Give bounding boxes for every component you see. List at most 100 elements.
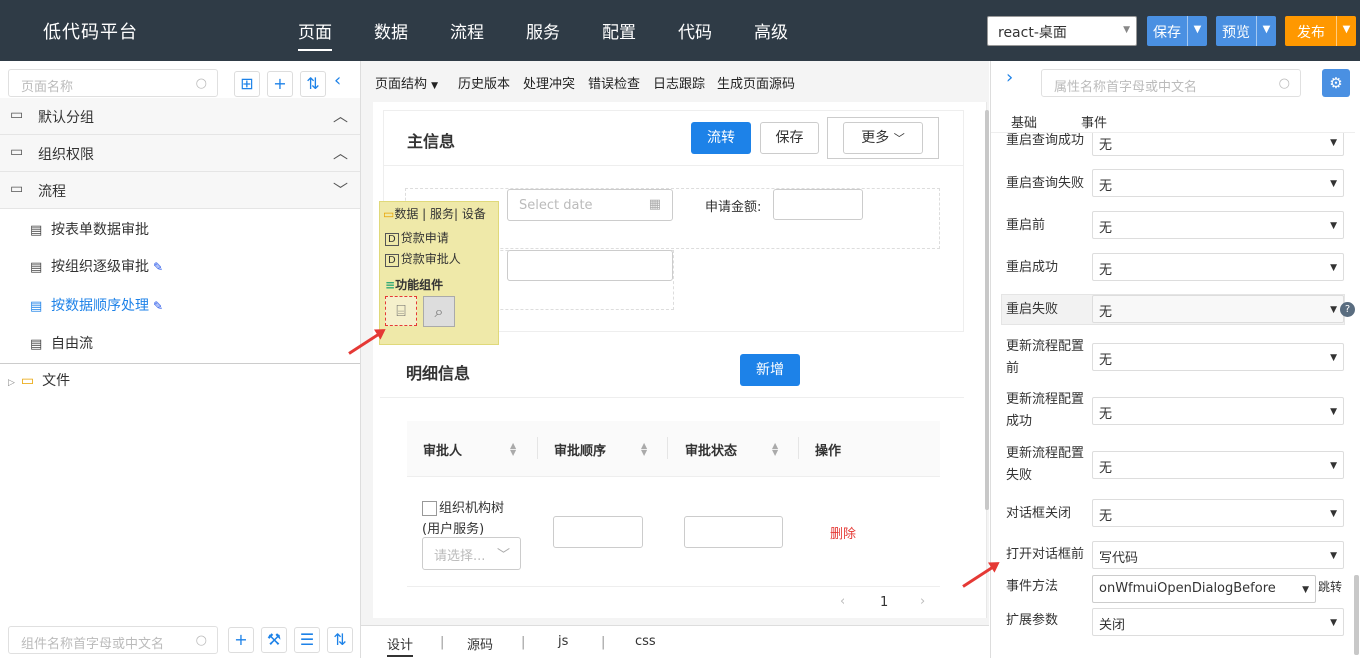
event-select[interactable]: 无 ▼	[1092, 133, 1344, 156]
event-select[interactable]: 无 ▼	[1092, 499, 1344, 527]
col-order[interactable]: 审批顺序	[554, 440, 606, 459]
nav-config[interactable]: 配置	[592, 18, 646, 43]
popup-tabs[interactable]: ▭数据 | 服务| 设备	[383, 205, 486, 222]
amount-input[interactable]	[773, 189, 863, 220]
folder-file[interactable]: ▷ ▭ 文件	[8, 370, 70, 390]
add-component-button[interactable]: +	[228, 627, 254, 653]
prev-page-icon[interactable]: ‹	[840, 594, 845, 609]
nav-service[interactable]: 服务	[516, 18, 570, 43]
sort-icon[interactable]: ▲ ▼	[772, 442, 778, 457]
add-row-button[interactable]: 新增	[740, 354, 800, 386]
event-method-select[interactable]: onWfmuiOpenDialogBefore ▼	[1092, 575, 1316, 603]
event-select[interactable]: 关闭 ▼	[1092, 608, 1344, 636]
nav-code[interactable]: 代码	[668, 18, 722, 43]
nav-page[interactable]: 页面	[288, 18, 342, 51]
save-form-button[interactable]: 保存	[760, 122, 819, 154]
publish-label: 发布	[1297, 25, 1325, 41]
add-page-button[interactable]: +	[267, 71, 293, 97]
event-select[interactable]: 无 ▼	[1092, 253, 1344, 281]
date-input[interactable]: Select date ▦	[507, 189, 673, 221]
page-item-selected[interactable]: ▤ 按数据顺序处理 ✎	[30, 295, 163, 315]
jump-link[interactable]: 跳转	[1318, 578, 1342, 595]
tab-design[interactable]: 设计	[387, 634, 414, 657]
page-item[interactable]: ▤ 自由流	[30, 333, 93, 353]
chevron-up-icon[interactable]: ︿	[333, 142, 348, 163]
scrollbar[interactable]	[1354, 575, 1359, 655]
help-icon[interactable]: ?	[1340, 302, 1355, 317]
search-component-icon[interactable]: ⌕	[423, 296, 455, 327]
gear-icon[interactable]: ⚙	[1322, 69, 1350, 97]
nav-flow[interactable]: 流程	[440, 18, 494, 43]
pencil-icon[interactable]: ✎	[153, 299, 163, 313]
error-check-button[interactable]: 错误检查	[588, 73, 640, 92]
sort-icon[interactable]: ▲ ▼	[641, 442, 647, 457]
popup-item[interactable]: D 贷款申请	[385, 229, 449, 246]
col-approver[interactable]: 审批人	[423, 440, 462, 459]
nav-advanced[interactable]: 高级	[744, 18, 798, 43]
resolve-conflict-button[interactable]: 处理冲突	[523, 73, 575, 92]
group-flow[interactable]: ▭ 流程 ﹀	[0, 172, 360, 209]
log-trace-button[interactable]: 日志跟踪	[653, 73, 705, 92]
tab-source[interactable]: 源码	[467, 634, 493, 653]
publish-button[interactable]: 发布 ▼	[1285, 16, 1356, 46]
more-button[interactable]: 更多 ﹀	[843, 122, 923, 154]
event-label: 打开对话框前	[1006, 547, 1085, 562]
sort-button[interactable]: ⇅	[300, 71, 326, 97]
event-select[interactable]: 无 ▼	[1092, 343, 1344, 371]
sort-icon[interactable]: ▲ ▼	[510, 442, 516, 457]
group-org[interactable]: ▭ 组织权限 ︿	[0, 135, 360, 172]
group-default[interactable]: ▭ 默认分组 ︿	[0, 98, 360, 135]
col-status[interactable]: 审批状态	[685, 440, 737, 459]
org-tree-field[interactable]: 组织机构树	[422, 497, 504, 516]
env-select[interactable]: react-桌面 ▼	[987, 16, 1137, 46]
nav-data[interactable]: 数据	[364, 18, 418, 43]
preview-button[interactable]: 预览 ▼	[1216, 16, 1276, 46]
status-input[interactable]	[684, 516, 783, 548]
event-select[interactable]: 无 ▼	[1092, 295, 1344, 323]
next-page-icon[interactable]: ›	[920, 594, 925, 609]
sort-icon[interactable]: ⇅	[327, 627, 353, 653]
page-item[interactable]: ▤ 按表单数据审批	[30, 219, 149, 239]
property-search-input[interactable]: 属性名称首字母或中文名 ○	[1041, 69, 1301, 97]
collapse-left-icon[interactable]: ‹	[334, 70, 341, 91]
caret-down-icon[interactable]: ▼	[1187, 16, 1207, 46]
page-structure-menu[interactable]: 页面结构 ▼	[375, 73, 438, 92]
event-select[interactable]: 写代码 ▼	[1092, 541, 1344, 569]
indent-icon[interactable]: ☰	[294, 627, 320, 653]
page-number[interactable]: 1	[880, 595, 888, 610]
page-item[interactable]: ▤ 按组织逐级审批 ✎	[30, 256, 163, 276]
tab-js[interactable]: js	[558, 634, 568, 649]
component-search-input[interactable]: 组件名称首字母或中文名 ○	[8, 626, 218, 654]
caret-right-icon[interactable]: ▷	[8, 378, 15, 388]
caret-down-icon[interactable]: ▼	[1336, 16, 1356, 46]
page-item-label: 按组织逐级审批	[51, 259, 149, 275]
caret-down-icon: ▼	[1330, 305, 1337, 315]
approver-select[interactable]: 请选择... ﹀	[422, 537, 521, 570]
event-select[interactable]: 无 ▼	[1092, 211, 1344, 239]
order-input[interactable]	[553, 516, 643, 548]
page-search-input[interactable]: 页面名称 ○	[8, 69, 218, 97]
add-folder-button[interactable]: ⊞	[234, 71, 260, 97]
event-select[interactable]: 无 ▼	[1092, 451, 1344, 479]
event-select[interactable]: 无 ▼	[1092, 169, 1344, 197]
text-input[interactable]	[507, 250, 673, 281]
pencil-icon[interactable]: ✎	[153, 260, 163, 274]
tab-basic[interactable]: 基础	[1011, 112, 1037, 131]
generate-source-button[interactable]: 生成页面源码	[717, 73, 795, 92]
wrench-icon[interactable]: ⚒	[261, 627, 287, 653]
save-button[interactable]: 保存 ▼	[1147, 16, 1207, 46]
tab-events[interactable]: 事件	[1081, 112, 1107, 131]
scrollbar[interactable]	[985, 110, 989, 510]
caret-down-icon[interactable]: ▼	[1256, 16, 1276, 46]
delete-row-link[interactable]: 删除	[830, 523, 856, 542]
history-version-button[interactable]: 历史版本	[458, 73, 510, 92]
tab-css[interactable]: css	[635, 634, 656, 649]
flowchart-component-icon[interactable]: ⌸	[385, 296, 417, 326]
chevron-down-icon[interactable]: ﹀	[333, 179, 348, 200]
expand-right-icon[interactable]: ›	[1006, 67, 1013, 88]
popup-item[interactable]: D 贷款审批人	[385, 250, 461, 267]
checkbox[interactable]	[422, 501, 437, 516]
event-select[interactable]: 无 ▼	[1092, 397, 1344, 425]
chevron-up-icon[interactable]: ︿	[333, 105, 348, 126]
flow-button[interactable]: 流转	[691, 122, 751, 154]
